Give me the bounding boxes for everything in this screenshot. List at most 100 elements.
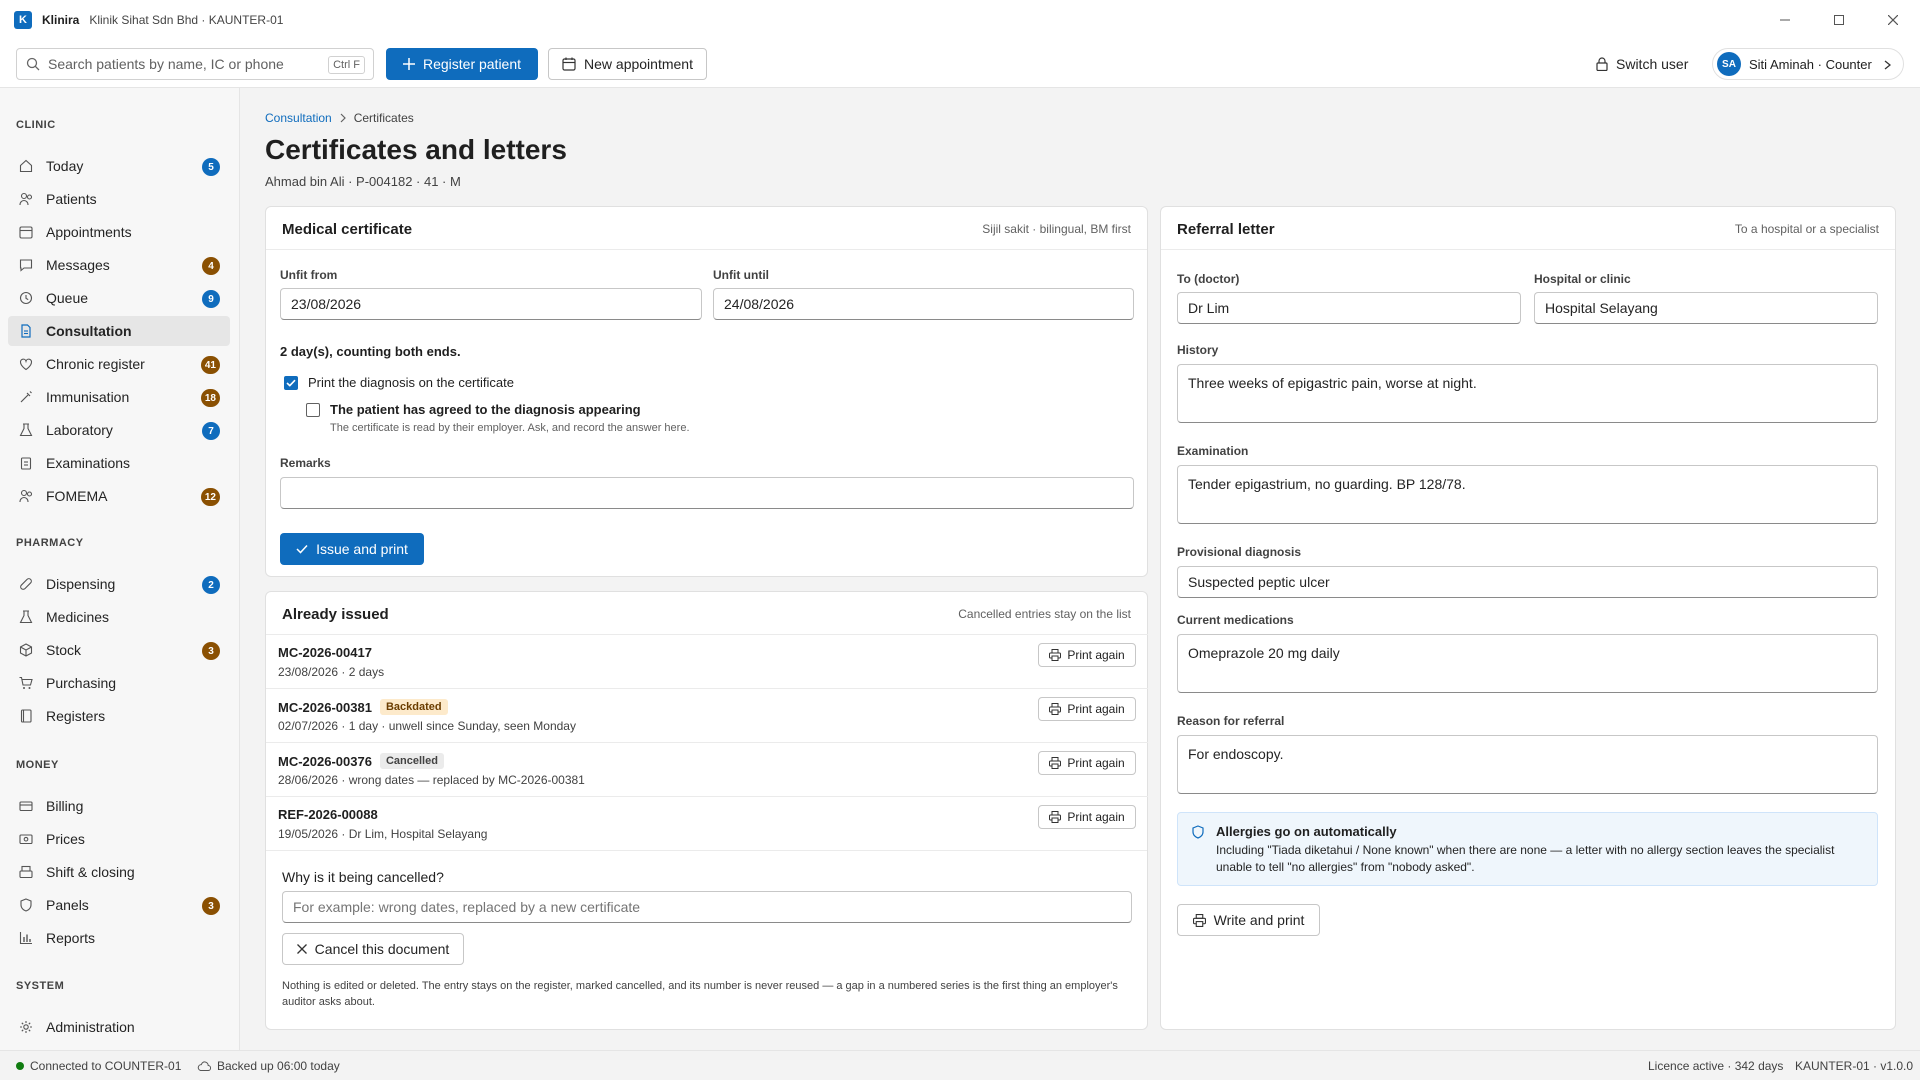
issue-and-print-button[interactable]: Issue and print (280, 533, 424, 565)
section-clinic: CLINIC (16, 119, 56, 131)
print-again-button[interactable]: Print again (1038, 697, 1136, 721)
write-and-print-button[interactable]: Write and print (1177, 904, 1320, 936)
history-textarea[interactable]: Three weeks of epigastric pain, worse at… (1177, 364, 1878, 423)
sidebar-item-purchasing[interactable]: Purchasing (8, 668, 230, 698)
reason-label: Reason for referral (1177, 714, 1285, 728)
sidebar-item-panels[interactable]: Panels 3 (8, 890, 230, 920)
allergy-info-box: Allergies go on automatically Including … (1177, 812, 1878, 886)
sidebar-item-consultation[interactable]: Consultation (8, 316, 230, 346)
print-again-label: Print again (1067, 648, 1125, 662)
new-appointment-button[interactable]: New appointment (548, 48, 707, 80)
remarks-input[interactable] (280, 477, 1134, 509)
sidebar-item-appointments[interactable]: Appointments (8, 217, 230, 247)
medical-certificate-card: Medical certificate Sijil sakit · biling… (265, 206, 1148, 577)
sidebar-item-messages[interactable]: Messages 4 (8, 250, 230, 280)
mc-card-title: Medical certificate (282, 221, 413, 238)
divider (266, 249, 1147, 250)
user-label: Siti Aminah · Counter (1749, 56, 1872, 72)
sidebar-item-queue[interactable]: Queue 9 (8, 283, 230, 313)
lock-icon (1596, 57, 1608, 71)
provisional-diagnosis-input[interactable]: Suspected peptic ulcer (1177, 566, 1878, 598)
print-again-button[interactable]: Print again (1038, 805, 1136, 829)
current-medications-textarea[interactable]: Omeprazole 20 mg daily (1177, 634, 1878, 693)
already-issued-card: Already issued Cancelled entries stay on… (265, 591, 1148, 1030)
sidebar-item-label: Administration (46, 1019, 135, 1035)
current-user-menu[interactable]: SA Siti Aminah · Counter (1712, 48, 1904, 80)
sidebar-item-medicines[interactable]: Medicines (8, 602, 230, 632)
sidebar-item-immunisation[interactable]: Immunisation 18 (8, 382, 230, 412)
chevron-right-icon (340, 113, 346, 123)
printer-icon (1192, 913, 1206, 927)
sidebar-item-stock[interactable]: Stock 3 (8, 635, 230, 665)
cloud-icon (197, 1061, 211, 1071)
backdated-badge: Backdated (379, 699, 448, 715)
minimize-icon (1780, 19, 1790, 21)
sidebar-item-label: Appointments (46, 224, 132, 240)
close-icon (296, 944, 307, 954)
cancel-document-button[interactable]: Cancel this document (282, 933, 464, 965)
unfit-until-input[interactable]: 24/08/2026 (713, 288, 1134, 320)
provisional-diagnosis-label: Provisional diagnosis (1177, 545, 1302, 559)
flask-icon (18, 422, 34, 438)
to-doctor-input[interactable]: Dr Lim (1177, 292, 1521, 324)
toolbar: Ctrl F Register patient New appointment … (0, 40, 1920, 88)
mc-duration: 2 day(s), counting both ends. (280, 344, 461, 359)
sidebar-item-shift-closing[interactable]: Shift & closing (8, 857, 230, 887)
box-icon (18, 642, 34, 658)
sidebar-item-label: Prices (46, 831, 85, 847)
minimize-button[interactable] (1758, 0, 1812, 40)
sidebar-item-label: Purchasing (46, 675, 117, 691)
document-number: MC-2026-00376 (278, 753, 372, 769)
sidebar-item-dispensing[interactable]: Dispensing 2 (8, 569, 230, 599)
document-meta: 23/08/2026 · 2 days (278, 665, 385, 679)
sidebar-item-prices[interactable]: Prices (8, 824, 230, 854)
hospital-input[interactable]: Hospital Selayang (1534, 292, 1878, 324)
print-diagnosis-checkbox[interactable] (284, 376, 298, 390)
printer-icon (1049, 649, 1062, 661)
sidebar-item-laboratory[interactable]: Laboratory 7 (8, 415, 230, 445)
sidebar-item-patients[interactable]: Patients (8, 184, 230, 214)
patient-search[interactable]: Ctrl F (16, 48, 374, 80)
examination-textarea[interactable]: Tender epigastrium, no guarding. BP 128/… (1177, 465, 1878, 524)
sidebar-item-examinations[interactable]: Examinations (8, 448, 230, 478)
print-again-label: Print again (1067, 756, 1125, 770)
cancel-reason-label: Why is it being cancelled? (282, 869, 444, 885)
search-shortcut: Ctrl F (328, 56, 365, 74)
patient-summary: Ahmad bin Ali · P-004182 · 41 · M (265, 174, 461, 189)
allergy-info-title: Allergies go on automatically (1216, 824, 1397, 839)
cancel-reason-input[interactable] (282, 891, 1132, 923)
sidebar-item-label: Registers (46, 708, 106, 724)
switch-user-button[interactable]: Switch user (1596, 48, 1694, 80)
main-content: Consultation Certificates Certificates a… (241, 88, 1920, 1050)
close-window-button[interactable] (1866, 0, 1920, 40)
sidebar-item-chronic-register[interactable]: Chronic register 41 (8, 349, 230, 379)
switch-user-label: Switch user (1616, 56, 1689, 72)
sidebar-item-administration[interactable]: Administration (8, 1012, 230, 1042)
sidebar-item-reports[interactable]: Reports (8, 923, 230, 953)
backup-status-label: Backed up 06:00 today (217, 1059, 340, 1073)
app-name: Klinira (42, 13, 80, 27)
sidebar-item-today[interactable]: Today 5 (8, 151, 230, 181)
diagnosis-consent-checkbox[interactable] (306, 403, 320, 417)
reason-textarea[interactable]: For endoscopy. (1177, 735, 1878, 794)
sidebar-item-label: Billing (46, 798, 84, 814)
print-diagnosis-label: Print the diagnosis on the certificate (308, 375, 514, 390)
print-again-button[interactable]: Print again (1038, 751, 1136, 775)
sidebar-item-registers[interactable]: Registers (8, 701, 230, 731)
breadcrumb-consultation-link[interactable]: Consultation (265, 111, 332, 125)
sidebar-item-billing[interactable]: Billing (8, 791, 230, 821)
heart-icon (18, 356, 34, 372)
cancel-policy-note: Nothing is edited or deleted. The entry … (282, 980, 1118, 1008)
count-badge: 4 (202, 257, 220, 275)
message-icon (18, 257, 34, 273)
unfit-from-input[interactable]: 23/08/2026 (280, 288, 702, 320)
print-again-button[interactable]: Print again (1038, 643, 1136, 667)
book-icon (18, 708, 34, 724)
sidebar-item-fomema[interactable]: FOMEMA 12 (8, 481, 230, 511)
sidebar-item-label: Queue (46, 290, 89, 306)
breadcrumb: Consultation Certificates (265, 111, 414, 125)
register-patient-button[interactable]: Register patient (386, 48, 538, 80)
new-appointment-label: New appointment (584, 56, 693, 72)
maximize-button[interactable] (1812, 0, 1866, 40)
search-input[interactable] (48, 56, 308, 72)
